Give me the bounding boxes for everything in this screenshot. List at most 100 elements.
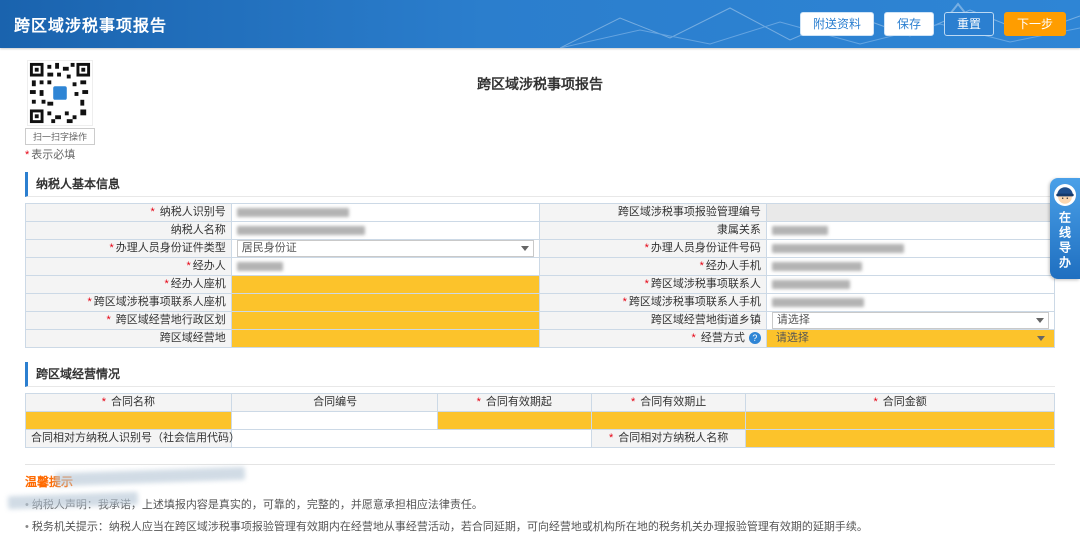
redacted-value xyxy=(771,225,828,235)
chevron-down-icon xyxy=(521,246,530,251)
required-star: * xyxy=(691,332,696,344)
taxpayer-id-input[interactable] xyxy=(230,203,541,222)
taxpayer-name-input[interactable] xyxy=(230,221,541,240)
business-address-label: 跨区域经营地 xyxy=(25,329,232,348)
reset-button[interactable]: 重置 xyxy=(943,12,994,36)
party-name-input[interactable] xyxy=(745,429,1055,448)
main-content: 扫一扫字操作 跨区域涉税事项报告 * 表示必填 纳税人基本信息 * 纳税人识别号 … xyxy=(0,48,1080,534)
affiliation-label: 隶属关系 xyxy=(539,221,767,240)
business-region-input[interactable] xyxy=(230,311,541,330)
handler-name-label: * 经办人 xyxy=(25,257,232,276)
required-star: * xyxy=(164,278,169,290)
guide-mascot-icon xyxy=(1054,184,1076,206)
required-star: * xyxy=(873,396,878,408)
section-title-basic-info: 纳税人基本信息 xyxy=(25,172,1055,197)
label-text: 隶属关系 xyxy=(716,224,761,236)
taxpayer-name-label: 纳税人名称 xyxy=(25,221,232,240)
table-row: 合同相对方纳税人识别号（社会信用代码） * 合同相对方纳税人名称 xyxy=(25,429,1055,448)
handler-name-input[interactable] xyxy=(230,257,541,276)
contract-valid-to-input[interactable] xyxy=(590,411,747,430)
contract-amount-header: * 合同金额 xyxy=(745,393,1055,412)
table-row: * 经办人 * 经办人手机 xyxy=(25,257,1056,276)
help-icon[interactable]: ? xyxy=(748,332,761,345)
table-row: 纳税人名称 隶属关系 xyxy=(25,221,1056,240)
label-text: 经办人 xyxy=(192,260,226,272)
tip-authority-notice: 税务机关提示：纳税人应当在跨区域涉税事项报验管理有效期内在经营地从事经营活动，若… xyxy=(25,518,1055,534)
required-star: * xyxy=(644,278,649,290)
contact-person-label: * 跨区域涉税事项联系人 xyxy=(539,275,767,294)
label-text: 跨区域经营地街道乡镇 xyxy=(650,314,761,326)
business-address-input[interactable] xyxy=(230,329,541,348)
table-row: 跨区域经营地 * 经营方式? 请选择 xyxy=(25,329,1056,348)
agent-id-number-label: * 办理人员身份证件号码 xyxy=(539,239,767,258)
header-bar: 跨区域涉税事项报告 附送资料 保存 重置 下一步 xyxy=(0,0,1080,48)
label-text: 跨区域涉税事项报验管理编号 xyxy=(617,206,761,218)
label-text: 纳税人识别号 xyxy=(156,206,226,218)
required-star: * xyxy=(644,242,649,254)
required-star: * xyxy=(630,396,636,408)
required-star: * xyxy=(150,206,155,218)
affiliation-input[interactable] xyxy=(765,221,1056,240)
app-title: 跨区域涉税事项报告 xyxy=(14,18,168,35)
label-text: 经办人座机 xyxy=(170,278,226,290)
online-guide-button[interactable]: 在线导办 xyxy=(1050,178,1080,279)
contact-phone-input[interactable] xyxy=(230,293,541,312)
agent-id-type-select[interactable]: 居民身份证 xyxy=(236,240,535,257)
handler-mobile-label: * 经办人手机 xyxy=(539,257,767,276)
required-note-text: 表示必填 xyxy=(31,149,76,161)
label-text: 办理人员身份证件类型 xyxy=(115,242,226,254)
required-star: * xyxy=(25,149,30,161)
required-star: * xyxy=(476,396,481,408)
table-row: * 跨区域经营地行政区划 跨区域经营地街道乡镇 请选择 xyxy=(25,311,1056,330)
taxpayer-id-label: * 纳税人识别号 xyxy=(25,203,232,222)
contact-person-input[interactable] xyxy=(765,275,1056,294)
table-row: * 跨区域涉税事项联系人座机 * 跨区域涉税事项联系人手机 xyxy=(25,293,1056,312)
verification-code-field xyxy=(765,203,1056,222)
label-text: 经营方式 xyxy=(697,332,745,344)
attach-documents-button[interactable]: 附送资料 xyxy=(799,12,874,36)
label-text: 合同相对方纳税人名称 xyxy=(615,432,729,444)
party-id-input[interactable] xyxy=(230,429,592,448)
next-step-button[interactable]: 下一步 xyxy=(1003,12,1066,36)
header-text: 合同编号 xyxy=(313,396,358,408)
table-row: * 办理人员身份证件类型 居民身份证 * 办理人员身份证件号码 xyxy=(25,239,1056,258)
required-star: * xyxy=(101,396,106,408)
required-star: * xyxy=(109,242,114,254)
label-text: 跨区域涉税事项联系人 xyxy=(650,278,761,290)
label-text: 纳税人名称 xyxy=(170,224,226,236)
agent-id-type-label: * 办理人员身份证件类型 xyxy=(25,239,232,258)
save-button[interactable]: 保存 xyxy=(883,12,934,36)
business-street-select[interactable]: 请选择 xyxy=(771,312,1049,329)
online-guide-label: 在线导办 xyxy=(1057,211,1072,271)
handler-phone-input[interactable] xyxy=(230,275,541,294)
selected-value: 请选择 xyxy=(775,332,809,344)
label-text: 经办人手机 xyxy=(705,260,761,272)
section-title-business: 跨区域经营情况 xyxy=(25,362,1055,387)
agent-id-number-input[interactable] xyxy=(765,239,1056,258)
business-street-cell: 请选择 xyxy=(765,311,1056,330)
label-text: 跨区域经营地 xyxy=(159,332,226,344)
redacted-value xyxy=(236,207,349,217)
handler-mobile-input[interactable] xyxy=(765,257,1056,276)
contract-number-input[interactable] xyxy=(230,411,438,430)
contact-phone-label: * 跨区域涉税事项联系人座机 xyxy=(25,293,232,312)
table-row: * 纳税人识别号 跨区域涉税事项报验管理编号 xyxy=(25,203,1056,222)
label-text: 跨区域经营地行政区划 xyxy=(112,314,226,326)
required-star: * xyxy=(186,260,191,272)
contract-amount-input[interactable] xyxy=(745,411,1055,430)
header-text: 合同有效期起 xyxy=(482,396,552,408)
contract-valid-from-input[interactable] xyxy=(436,411,592,430)
contract-name-input[interactable] xyxy=(25,411,232,430)
label-text: 跨区域涉税事项联系人座机 xyxy=(93,296,226,308)
chevron-down-icon xyxy=(1037,336,1045,341)
contract-valid-from-header: * 合同有效期起 xyxy=(436,393,592,412)
business-mode-cell: 请选择 xyxy=(765,329,1056,348)
verification-code-label: 跨区域涉税事项报验管理编号 xyxy=(539,203,767,222)
basic-info-table: * 纳税人识别号 跨区域涉税事项报验管理编号 纳税人名称 隶属关系 * 办理人员身… xyxy=(25,203,1056,348)
business-street-label: 跨区域经营地街道乡镇 xyxy=(539,311,767,330)
party-name-label: * 合同相对方纳税人名称 xyxy=(590,429,747,448)
business-mode-select[interactable]: 请选择 xyxy=(772,331,1049,346)
required-star: * xyxy=(608,432,614,444)
contact-mobile-input[interactable] xyxy=(765,293,1056,312)
redacted-value xyxy=(236,225,365,235)
